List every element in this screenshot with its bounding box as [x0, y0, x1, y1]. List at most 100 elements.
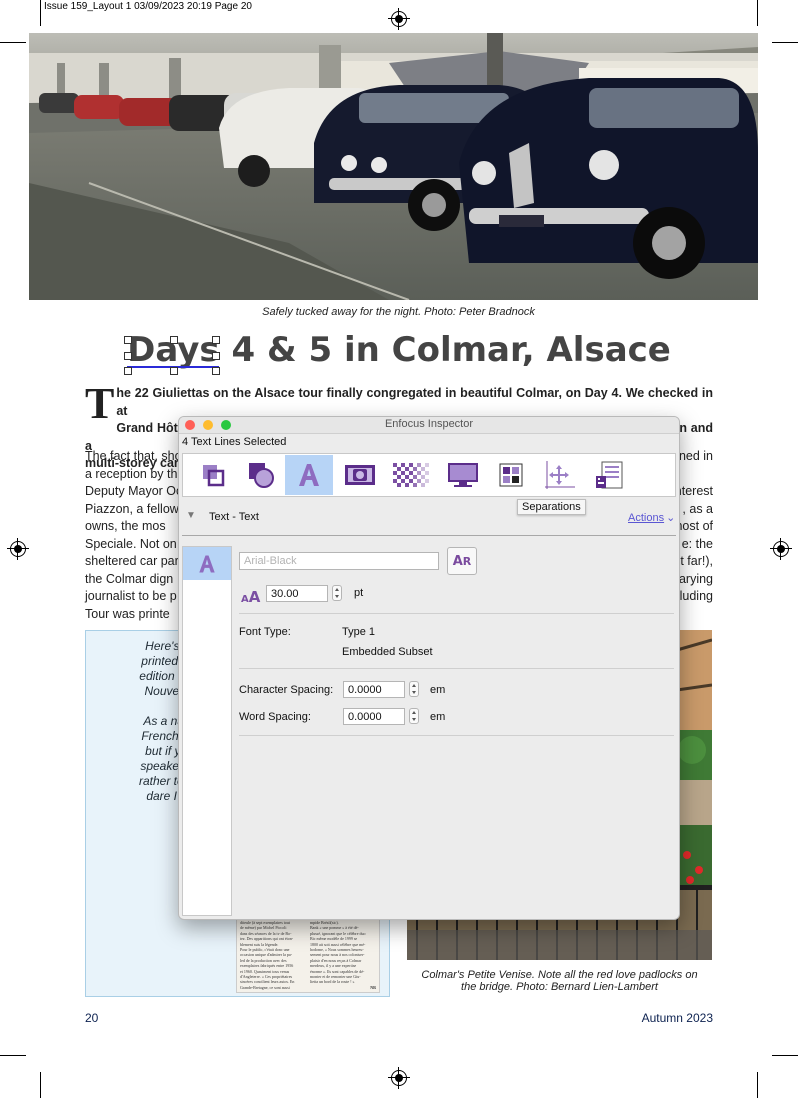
- word-spacing-unit: em: [430, 711, 446, 723]
- selection-handle[interactable]: [212, 352, 220, 360]
- font-glyph-button[interactable]: AR: [447, 547, 477, 575]
- body-line: sheltered car par: [85, 554, 179, 568]
- issue-season: Autumn 2023: [641, 1011, 713, 1025]
- clipping-line: NR: [370, 984, 376, 990]
- font-name-field[interactable]: Arial-Black: [239, 552, 439, 570]
- clipping-column: diteule (à sept exemplaires tout de même…: [240, 920, 308, 990]
- font-embedding-value: Embedded Subset: [342, 646, 433, 658]
- font-size-stepper[interactable]: [332, 585, 342, 601]
- registration-mark-icon: [7, 538, 29, 560]
- preview-tool-button[interactable]: [439, 455, 487, 495]
- word-spacing-field[interactable]: 0.0000: [343, 708, 405, 725]
- word-spacing-label: Word Spacing:: [239, 711, 311, 723]
- body-line: the Colmar dign: [85, 571, 174, 586]
- report-tool-button[interactable]: [585, 455, 633, 495]
- separations-tool-button[interactable]: [487, 455, 535, 495]
- body-line: The fact that, sho: [85, 449, 182, 463]
- position-tool-button[interactable]: [535, 455, 583, 495]
- crop-mark: [0, 1055, 26, 1056]
- overlapping-squares-icon: [203, 465, 225, 487]
- char-spacing-label: Character Spacing:: [239, 684, 334, 696]
- actions-menu[interactable]: Actions ⌄: [628, 511, 675, 524]
- section-label: Text - Text: [209, 511, 259, 523]
- photo-caption: Colmar's Petite Venise. Note all the red…: [407, 969, 712, 993]
- body-line: a reception by th: [85, 466, 178, 481]
- body-column-left: The fact that, sho a reception by th Dep…: [85, 448, 185, 623]
- body-line: Piazzon, a fellow: [85, 501, 179, 516]
- transparency-tool-button[interactable]: [388, 455, 436, 495]
- body-line: Deputy Mayor Oc: [85, 484, 183, 498]
- move-arrows-icon: [545, 461, 575, 489]
- selection-handle[interactable]: [212, 367, 220, 375]
- selection-handle[interactable]: [124, 367, 132, 375]
- disclosure-triangle-icon[interactable]: ▼: [186, 510, 196, 521]
- registration-mark-icon: [770, 538, 792, 560]
- word-spacing-stepper[interactable]: [409, 708, 419, 724]
- body-line: Speciale. Not on: [85, 536, 177, 551]
- report-icon: [596, 461, 623, 489]
- clipping-line: Grande-Bretagne, ce sont aussi: [240, 984, 290, 990]
- intro-line: he 22 Giuliettas on the Alsace tour fina…: [116, 386, 713, 418]
- article-headline: Days 4 & 5 in Colmar, Alsace: [127, 330, 671, 370]
- divider: [239, 735, 674, 736]
- font-type-value: Type 1: [342, 626, 376, 638]
- divider: [239, 668, 674, 669]
- photo-caption: Safely tucked away for the night. Photo:…: [262, 306, 535, 318]
- text-tool-button[interactable]: [285, 455, 333, 495]
- selection-status: 4 Text Lines Selected: [182, 436, 287, 448]
- body-line: owns, the mos: [85, 519, 166, 533]
- section-header: ▼ Text - Text Actions ⌄: [179, 509, 679, 531]
- font-type-label: Font Type:: [239, 626, 291, 638]
- window-titlebar[interactable]: Enfocus Inspector: [179, 417, 679, 434]
- selection-handle[interactable]: [170, 336, 178, 344]
- divider: [239, 613, 674, 614]
- inspector-window[interactable]: Enfocus Inspector 4 Text Lines Selected: [178, 416, 680, 920]
- selection-handle[interactable]: [124, 336, 132, 344]
- category-list: [182, 546, 232, 916]
- caption-line: Colmar's Petite Venise. Note all the red…: [421, 969, 698, 981]
- crop-mark: [40, 1072, 41, 1098]
- body-line: Tour was printe: [85, 606, 170, 621]
- crop-mark: [772, 42, 798, 43]
- body-line: journalist to be p: [85, 589, 177, 603]
- camera-icon: [345, 465, 375, 485]
- crop-mark: [757, 1072, 758, 1098]
- font-size-field[interactable]: 30.00: [266, 585, 328, 602]
- image-tool-button[interactable]: [336, 455, 384, 495]
- fill-stroke-tool-button[interactable]: [237, 455, 285, 495]
- caption-line: the bridge. Photo: Bernard Lien-Lambert: [461, 981, 658, 993]
- char-spacing-unit: em: [430, 684, 446, 696]
- text-a-icon: [199, 555, 215, 572]
- crop-mark: [757, 0, 758, 26]
- transparency-checker-icon: [393, 463, 429, 487]
- crop-mark: [40, 0, 41, 26]
- font-size-icon: AA: [241, 588, 261, 606]
- drop-cap: T: [85, 379, 115, 428]
- inspector-toolbar: [182, 453, 676, 497]
- page-number: 20: [85, 1011, 99, 1025]
- newspaper-clipping: diteule (à sept exemplaires tout de même…: [236, 917, 380, 993]
- font-aa-icon: AR: [452, 553, 472, 569]
- char-spacing-stepper[interactable]: [409, 681, 419, 697]
- section-divider: [182, 535, 676, 536]
- window-title: Enfocus Inspector: [384, 418, 474, 430]
- category-text[interactable]: [183, 547, 231, 580]
- separations-icon: [499, 463, 523, 487]
- monitor-icon: [448, 463, 478, 487]
- object-tool-button[interactable]: [189, 455, 237, 495]
- crop-mark: [772, 1055, 798, 1056]
- clipping-column: mpide Brésil(sic). Bank « une pomme » à …: [310, 920, 376, 990]
- selection-handle[interactable]: [212, 336, 220, 344]
- selection-handle[interactable]: [170, 367, 178, 375]
- chevron-down-icon: ⌄: [666, 512, 676, 524]
- char-spacing-field[interactable]: 0.0000: [343, 681, 405, 698]
- crop-mark: [0, 42, 26, 43]
- font-size-unit: pt: [354, 587, 364, 599]
- selection-handle[interactable]: [124, 352, 132, 360]
- registration-mark-icon: [388, 1067, 410, 1089]
- text-a-icon: [299, 464, 319, 486]
- car-park-photo: [29, 33, 758, 300]
- registration-mark-icon: [388, 8, 410, 30]
- shape-fill-icon: [249, 463, 274, 488]
- print-slug: Issue 159_Layout 1 03/09/2023 20:19 Page…: [44, 1, 252, 12]
